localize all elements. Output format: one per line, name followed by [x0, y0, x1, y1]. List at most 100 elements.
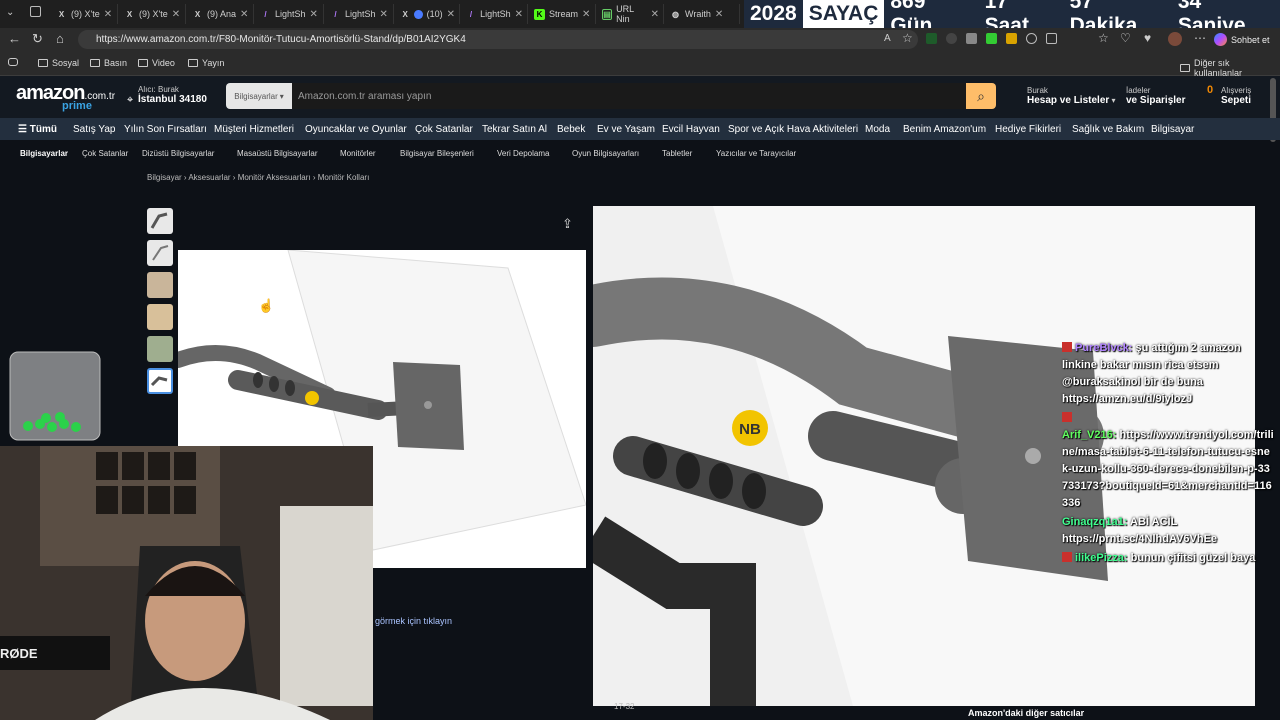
- subnav-item[interactable]: Veri Depolama: [497, 149, 549, 158]
- browser-essentials-icon[interactable]: ♥: [1144, 31, 1151, 45]
- tab-item[interactable]: / LightSh ✕: [256, 4, 324, 24]
- product-thumbnail-selected[interactable]: [147, 368, 173, 394]
- nav-item[interactable]: Evcil Hayvan: [662, 124, 720, 135]
- breadcrumb[interactable]: Bilgisayar › Aksesuarlar › Monitör Akses…: [147, 173, 369, 182]
- extension-icon[interactable]: [966, 33, 977, 44]
- close-icon[interactable]: ✕: [172, 9, 180, 20]
- favorites-icon[interactable]: ☆: [1098, 31, 1109, 45]
- click-to-view-hint[interactable]: görmek için tıklayın: [375, 616, 452, 626]
- search-category-select[interactable]: Bilgisayarlar ▾: [226, 83, 292, 109]
- tab-item[interactable]: K Stream ✕: [530, 4, 596, 24]
- nav-item[interactable]: Oyuncaklar ve Oyunlar: [305, 124, 407, 135]
- subnav-item[interactable]: Dizüstü Bilgisayarlar: [142, 149, 214, 158]
- tab-actions-icon[interactable]: [8, 58, 18, 66]
- category-label: Bilgisayarlar: [234, 91, 278, 101]
- product-thumbnail[interactable]: [147, 336, 173, 362]
- nav-item[interactable]: Çok Satanlar: [415, 124, 473, 135]
- nav-item[interactable]: Bilgisayar: [1151, 124, 1194, 135]
- refresh-icon[interactable]: ↻: [32, 31, 43, 47]
- subnav-item[interactable]: Oyun Bilgisayarları: [572, 149, 639, 158]
- nav-item[interactable]: Tekrar Satın Al: [482, 124, 547, 135]
- tab-item[interactable]: X (9) Ana ✕: [188, 4, 254, 24]
- tab-item[interactable]: / LightSh ✕: [462, 4, 528, 24]
- workspaces-icon[interactable]: [30, 6, 41, 17]
- close-icon[interactable]: ✕: [447, 9, 455, 20]
- product-thumbnail[interactable]: [147, 240, 173, 266]
- close-icon[interactable]: ✕: [104, 9, 112, 20]
- favorite-folder-basin[interactable]: Basın: [90, 58, 127, 68]
- other-sellers-heading[interactable]: Amazon'daki diğer satıcılar: [968, 708, 1084, 718]
- hamburger-icon: ☰: [18, 124, 30, 135]
- more-menu-icon[interactable]: ⋯: [1194, 31, 1206, 45]
- tab-actions-glyph: [8, 58, 18, 66]
- address-bar[interactable]: https://www.amazon.com.tr/F80-Monitör-Tu…: [78, 30, 918, 49]
- subnav-item[interactable]: Masaüstü Bilgisayarlar: [237, 149, 317, 158]
- favorite-folder-yayin[interactable]: Yayın: [188, 58, 224, 68]
- copilot-chat-button[interactable]: Sohbet et: [1214, 31, 1274, 48]
- nav-item[interactable]: Müşteri Hizmetleri: [214, 124, 294, 135]
- nav-item[interactable]: Ev ve Yaşam: [597, 124, 655, 135]
- nav-all-menu[interactable]: ☰ Tümü: [18, 124, 57, 135]
- tab-item[interactable]: ▤ URL Nin ✕: [598, 4, 664, 24]
- subnav-item[interactable]: Tabletler: [662, 149, 692, 158]
- extension-icon[interactable]: [926, 33, 937, 44]
- search-input[interactable]: Amazon.com.tr araması yapın: [292, 83, 966, 109]
- cart-button[interactable]: Alışveriş Sepeti: [1221, 86, 1251, 106]
- close-icon[interactable]: ✕: [651, 9, 659, 20]
- nav-item[interactable]: Spor ve Açık Hava Aktiviteleri: [728, 124, 858, 135]
- nav-item[interactable]: Yılın Son Fırsatları: [124, 124, 207, 135]
- close-icon[interactable]: ✕: [380, 9, 388, 20]
- tab-item[interactable]: X (9) X'te ✕: [52, 4, 118, 24]
- tab-item[interactable]: X (10) ✕: [396, 4, 460, 24]
- x-icon: X: [402, 9, 408, 19]
- share-icon[interactable]: ⇪: [562, 216, 573, 232]
- close-icon[interactable]: ✕: [240, 9, 248, 20]
- subnav-item[interactable]: Bilgisayarlar: [20, 149, 68, 158]
- back-icon[interactable]: ←: [8, 31, 21, 46]
- read-aloud-icon[interactable]: A: [884, 33, 891, 44]
- account-menu[interactable]: Burak Hesap ve Listeler ▾: [1027, 86, 1116, 106]
- subscriber-badge-icon: [1062, 342, 1072, 352]
- nav-item[interactable]: Moda: [865, 124, 890, 135]
- product-thumbnail[interactable]: [147, 272, 173, 298]
- subnav-item[interactable]: Çok Satanlar: [82, 149, 128, 158]
- product-thumbnail[interactable]: [147, 208, 173, 234]
- subnav-item[interactable]: Yazıcılar ve Tarayıcılar: [716, 149, 796, 158]
- nav-item[interactable]: Sağlık ve Bakım: [1072, 124, 1144, 135]
- nav-item[interactable]: Satış Yap: [73, 124, 115, 135]
- favorite-folder-video[interactable]: Video: [138, 58, 175, 68]
- close-icon[interactable]: ✕: [310, 9, 318, 20]
- nav-item[interactable]: Bebek: [557, 124, 585, 135]
- split-screen-icon[interactable]: [1046, 33, 1057, 44]
- returns-orders[interactable]: İadeler ve Siparişler: [1126, 86, 1185, 106]
- close-icon[interactable]: ✕: [582, 9, 590, 20]
- extension-icon[interactable]: [1026, 33, 1037, 44]
- favorite-star-icon[interactable]: ☆: [902, 31, 913, 45]
- favorite-label: Video: [152, 58, 175, 68]
- extension-icon[interactable]: [946, 33, 957, 44]
- tab-list-chevron-icon[interactable]: ⌄: [6, 7, 14, 18]
- extension-icon[interactable]: [1006, 33, 1017, 44]
- collections-icon[interactable]: ♡: [1120, 31, 1131, 45]
- subnav-item[interactable]: Monitörler: [340, 149, 376, 158]
- tab-label: Wraith: [685, 9, 711, 19]
- profile-avatar[interactable]: [1168, 32, 1182, 46]
- home-icon[interactable]: ⌂: [56, 31, 64, 46]
- lightshot-icon: /: [264, 9, 267, 19]
- tab-item[interactable]: ◍ Wraith ✕: [666, 4, 740, 24]
- deliver-to[interactable]: Alıcı: Burak İstanbul 34180: [138, 85, 207, 105]
- close-icon[interactable]: ✕: [715, 9, 723, 20]
- nav-item[interactable]: Benim Amazon'um: [903, 124, 986, 135]
- subnav-item[interactable]: Bilgisayar Bileşenleri: [400, 149, 474, 158]
- chat-button-label: Sohbet et: [1231, 34, 1270, 45]
- other-favorites-folder[interactable]: Diğer sık kullanılanlar: [1180, 58, 1280, 78]
- tab-item[interactable]: X (9) X'te ✕: [120, 4, 186, 24]
- search-button[interactable]: ⌕: [966, 83, 996, 109]
- product-thumbnail[interactable]: [147, 304, 173, 330]
- folder-icon: [1180, 64, 1190, 72]
- extension-icon[interactable]: [986, 33, 997, 44]
- tab-item[interactable]: / LightSh ✕: [326, 4, 394, 24]
- favorite-folder-sosyal[interactable]: Sosyal: [38, 58, 79, 68]
- nav-item[interactable]: Hediye Fikirleri: [995, 124, 1061, 135]
- close-icon[interactable]: ✕: [515, 9, 523, 20]
